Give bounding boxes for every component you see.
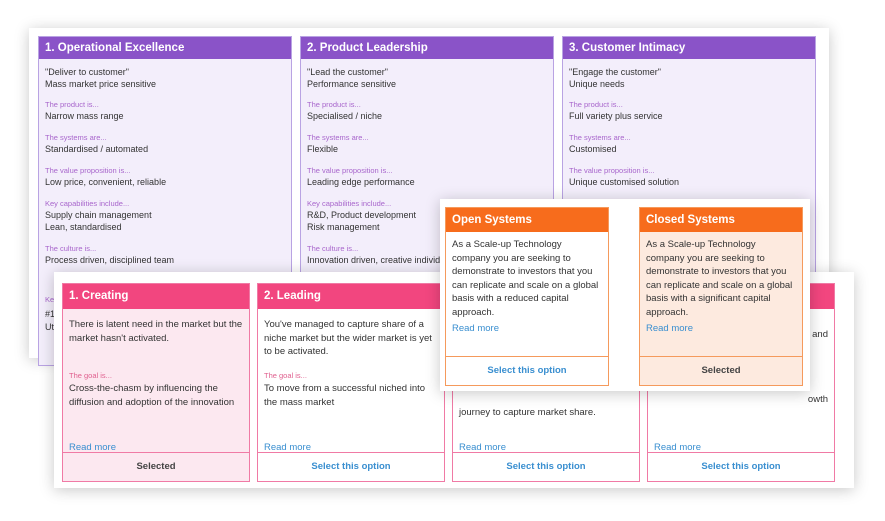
stage-card-creating[interactable]: 1. Creating There is latent need in the … xyxy=(62,283,250,482)
value-proposition-value: Leading edge performance xyxy=(307,177,415,187)
value-proposition-value: Unique customised solution xyxy=(569,177,680,187)
strategy-title: 2. Product Leadership xyxy=(301,37,553,59)
selected-button[interactable]: Selected xyxy=(640,356,802,385)
goal-text: Cross-the-chasm by influencing the diffu… xyxy=(69,383,235,408)
goal-label: The goal is... xyxy=(264,371,307,380)
strategy-title: 3. Customer Intimacy xyxy=(563,37,815,59)
system-title: Open Systems xyxy=(446,208,608,232)
capabilities-value-2: Lean, standardised xyxy=(45,222,122,232)
fragment-label: Ke xyxy=(45,295,55,304)
read-more-link[interactable]: Read more xyxy=(452,323,499,334)
value-proposition-value: Low price, convenient, reliable xyxy=(45,177,167,187)
system-card-open[interactable]: Open Systems As a Scale-up Technology co… xyxy=(445,207,609,386)
systems-value: Flexible xyxy=(307,144,339,154)
select-option-button[interactable]: Select this option xyxy=(258,452,444,481)
systems-panel: Open Systems As a Scale-up Technology co… xyxy=(440,199,810,391)
stage-title: 2. Leading xyxy=(258,284,444,309)
product-value: Narrow mass range xyxy=(45,111,124,121)
system-card-closed[interactable]: Closed Systems As a Scale-up Technology … xyxy=(639,207,803,386)
product-value: Specialised / niche xyxy=(307,111,383,121)
value-proposition-label: The value proposition is... xyxy=(569,166,655,175)
strategy-title: 1. Operational Excellence xyxy=(39,37,291,59)
goal-label: The goal is... xyxy=(69,371,112,380)
systems-label: The systems are... xyxy=(307,133,369,142)
system-description: As a Scale-up Technology company you are… xyxy=(646,239,793,318)
strategy-summary: Mass market price sensitive xyxy=(45,79,157,89)
product-label: The product is... xyxy=(45,100,99,109)
select-option-button[interactable]: Select this option xyxy=(446,356,608,385)
select-option-button[interactable]: Select this option xyxy=(453,452,639,481)
product-label: The product is... xyxy=(569,100,623,109)
product-label: The product is... xyxy=(307,100,361,109)
systems-value: Customised xyxy=(569,144,617,154)
strategy-quote: "Deliver to customer" xyxy=(45,67,129,77)
strategy-summary: Unique needs xyxy=(569,79,625,89)
strategy-quote: "Engage the customer" xyxy=(569,67,661,77)
fragment-value-2: Ut xyxy=(45,322,54,332)
capabilities-value-1: Supply chain management xyxy=(45,210,152,220)
stage-title: 1. Creating xyxy=(63,284,249,309)
value-proposition-label: The value proposition is... xyxy=(307,166,393,175)
product-value: Full variety plus service xyxy=(569,111,663,121)
goal-text: journey to capture market share. xyxy=(459,407,596,418)
value-proposition-label: The value proposition is... xyxy=(45,166,131,175)
stage-card-leading[interactable]: 2. Leading You've managed to capture sha… xyxy=(257,283,445,482)
selected-button[interactable]: Selected xyxy=(63,452,249,481)
culture-label: The culture is... xyxy=(45,244,97,253)
systems-label: The systems are... xyxy=(569,133,631,142)
system-description: As a Scale-up Technology company you are… xyxy=(452,239,599,318)
systems-label: The systems are... xyxy=(45,133,107,142)
strategy-quote: "Lead the customer" xyxy=(307,67,388,77)
system-title: Closed Systems xyxy=(640,208,802,232)
culture-value: Process driven, disciplined team xyxy=(45,255,175,265)
strategy-summary: Performance sensitive xyxy=(307,79,397,89)
select-option-button[interactable]: Select this option xyxy=(648,452,834,481)
goal-text: owth xyxy=(807,394,828,405)
read-more-link[interactable]: Read more xyxy=(646,323,693,334)
goal-text: To move from a successful niched into th… xyxy=(264,383,426,408)
systems-value: Standardised / automated xyxy=(45,144,149,154)
stage-description: There is latent need in the market but t… xyxy=(69,319,243,344)
capabilities-label: Key capabilities include... xyxy=(45,199,130,208)
stage-description: You've managed to capture share of a nic… xyxy=(264,319,432,357)
